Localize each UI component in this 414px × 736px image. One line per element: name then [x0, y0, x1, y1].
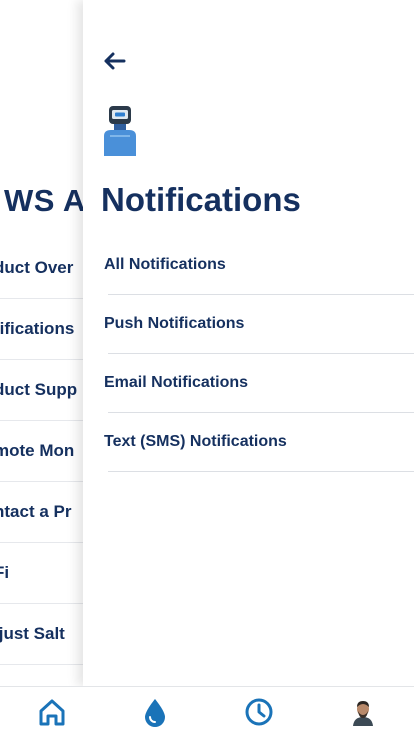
- tab-home[interactable]: [35, 695, 69, 729]
- arrow-left-icon: [104, 52, 126, 70]
- menu-item-email-notifications[interactable]: Email Notifications: [83, 354, 414, 413]
- page-title: Notifications: [101, 181, 301, 218]
- menu-item-text-sms-notifications[interactable]: Text (SMS) Notifications: [83, 413, 414, 472]
- tab-history[interactable]: [242, 695, 276, 729]
- menu-item-label: Email Notifications: [104, 374, 249, 391]
- menu-item-push-notifications[interactable]: Push Notifications: [83, 295, 414, 354]
- water-softener-device-icon: [104, 106, 136, 156]
- menu-item-label: All Notifications: [104, 256, 226, 273]
- notifications-panel: Notifications All Notifications Push Not…: [83, 0, 414, 686]
- notifications-menu: All Notifications Push Notifications Ema…: [83, 236, 414, 472]
- back-button[interactable]: [100, 47, 128, 75]
- tab-profile[interactable]: [346, 695, 380, 729]
- home-icon: [39, 699, 65, 726]
- menu-item-all-notifications[interactable]: All Notifications: [83, 236, 414, 295]
- clock-icon: [245, 698, 273, 726]
- bottom-tab-bar: [0, 686, 414, 736]
- profile-avatar-icon: [353, 701, 373, 726]
- water-drop-icon: [145, 699, 165, 727]
- menu-item-label: Push Notifications: [104, 315, 245, 332]
- tab-water[interactable]: [138, 695, 172, 729]
- divider: [108, 471, 414, 472]
- background-title: WS A: [4, 183, 86, 218]
- menu-item-label: Text (SMS) Notifications: [104, 433, 287, 450]
